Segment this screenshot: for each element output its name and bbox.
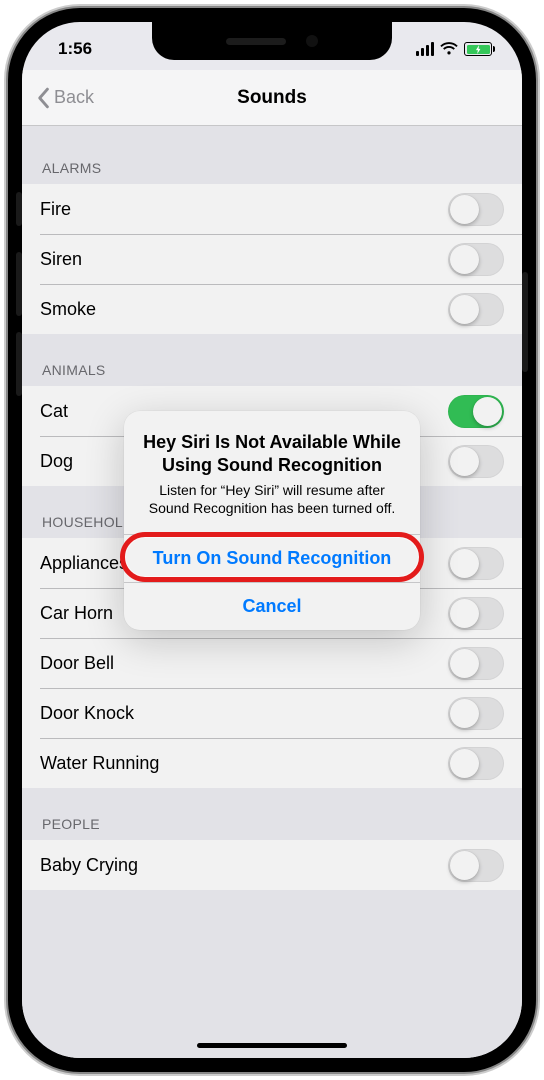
screen: 1:56 Back Sounds ALARMS Fire xyxy=(22,22,522,1058)
speaker-grille xyxy=(226,38,286,45)
alert-message: Listen for “Hey Siri” will resume after … xyxy=(142,481,402,518)
alert-backdrop: Hey Siri Is Not Available While Using So… xyxy=(22,22,522,1058)
alert-body: Hey Siri Is Not Available While Using So… xyxy=(124,411,420,534)
alert-cancel-button[interactable]: Cancel xyxy=(124,582,420,630)
device-notch xyxy=(152,22,392,60)
phone-bezel: 1:56 Back Sounds ALARMS Fire xyxy=(8,8,536,1072)
side-button xyxy=(522,272,528,372)
front-camera xyxy=(306,35,318,47)
home-indicator[interactable] xyxy=(197,1043,347,1048)
alert-dialog: Hey Siri Is Not Available While Using So… xyxy=(124,411,420,630)
alert-title: Hey Siri Is Not Available While Using So… xyxy=(142,431,402,477)
alert-confirm-button[interactable]: Turn On Sound Recognition xyxy=(124,534,420,582)
